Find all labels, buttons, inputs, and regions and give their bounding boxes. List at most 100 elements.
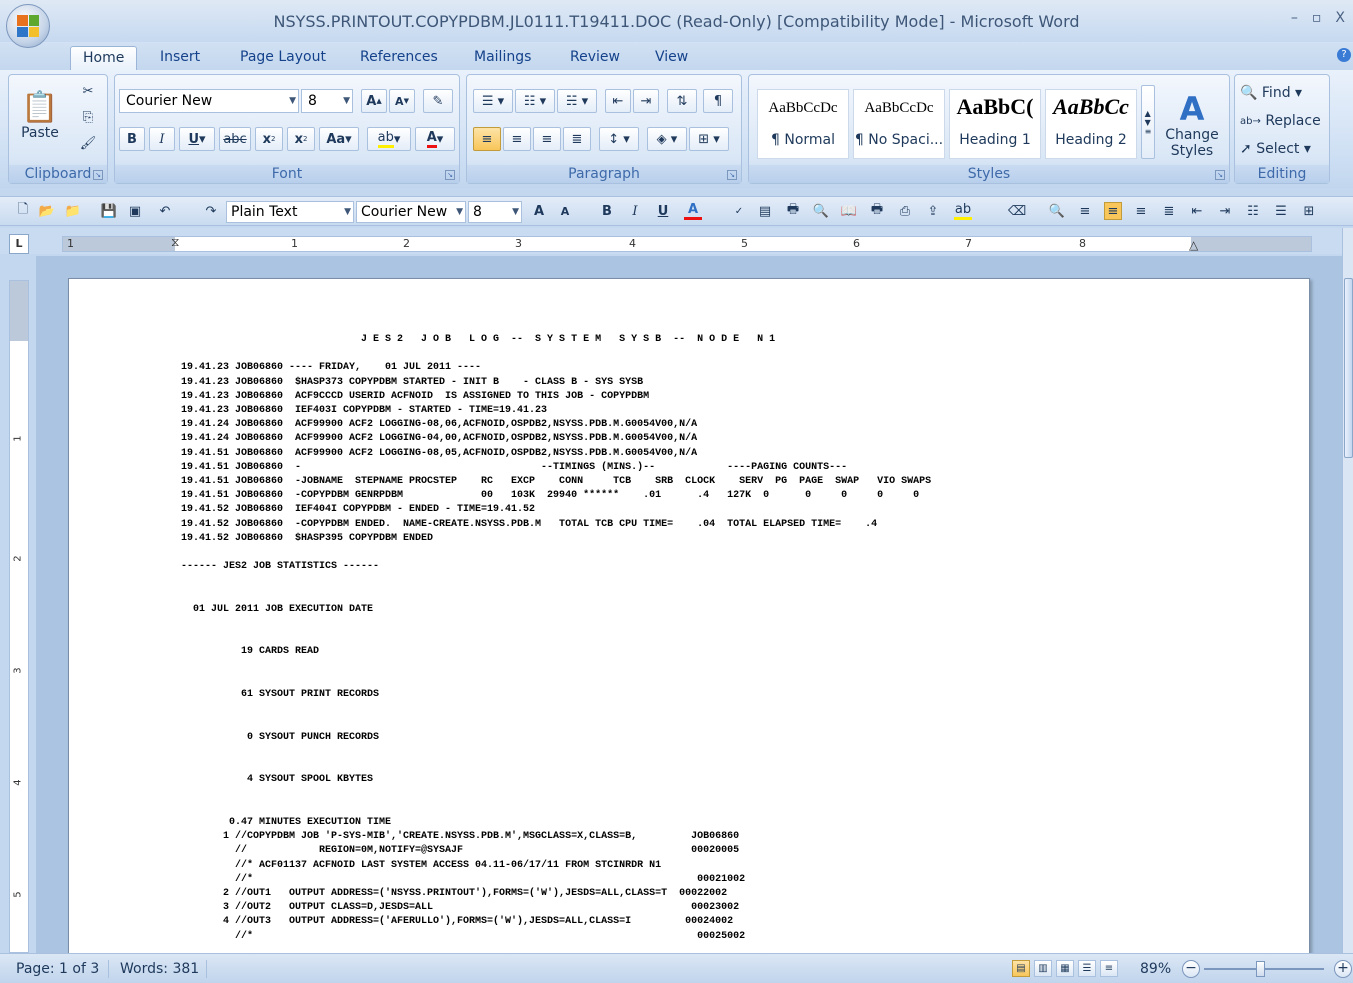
shrink-font-button[interactable]: A ▼ bbox=[389, 89, 415, 113]
tab-review[interactable]: Review bbox=[558, 46, 632, 70]
change-styles-button[interactable]: A Change Styles bbox=[1161, 83, 1223, 167]
multilevel-list-icon[interactable]: ☵ ▾ bbox=[557, 89, 597, 113]
style-combo[interactable]: Plain Text ▼ bbox=[226, 201, 354, 223]
styles-launcher-icon[interactable]: ↘ bbox=[1215, 170, 1225, 180]
tab-selector[interactable]: L bbox=[9, 234, 29, 254]
align-center-icon[interactable]: ≡ bbox=[1132, 202, 1150, 220]
find-button[interactable]: 🔍 Find ▾ bbox=[1239, 81, 1325, 105]
format-painter-icon[interactable]: 🖌 bbox=[77, 133, 99, 153]
zoom-level[interactable]: 89% bbox=[1140, 961, 1171, 977]
document-page[interactable]: J E S 2 J O B L O G -- S Y S T E M S Y S… bbox=[68, 278, 1310, 953]
font-size-combo[interactable]: 8 ▼ bbox=[301, 89, 353, 113]
zoom-out-icon[interactable]: − bbox=[1182, 960, 1200, 978]
research-icon[interactable]: ▤ bbox=[756, 202, 774, 220]
office-button[interactable] bbox=[6, 4, 50, 48]
align-center-icon[interactable]: ≡ bbox=[503, 127, 531, 151]
vertical-ruler[interactable]: 1 2 3 4 5 bbox=[9, 280, 29, 953]
save-icon[interactable]: 💾 bbox=[100, 202, 118, 220]
tab-references[interactable]: References bbox=[348, 46, 450, 70]
spelling-icon[interactable]: ✓ bbox=[730, 202, 748, 220]
paste-button[interactable]: 📋 Paste bbox=[17, 79, 63, 151]
select-button[interactable]: ➚ Select ▾ bbox=[1239, 137, 1325, 161]
replace-button[interactable]: ab→ Replace bbox=[1239, 109, 1325, 133]
eraser-icon[interactable]: ⌫ bbox=[1008, 202, 1026, 220]
change-case-button[interactable]: Aa ▾ bbox=[319, 127, 359, 151]
find-icon[interactable]: 🔍 bbox=[1048, 202, 1066, 220]
justify-icon[interactable]: ≣ bbox=[563, 127, 591, 151]
scrollbar-thumb[interactable] bbox=[1344, 278, 1353, 458]
align-left-active-icon[interactable]: ≡ bbox=[1104, 202, 1122, 220]
size-combo[interactable]: 8 ▼ bbox=[468, 201, 522, 223]
print-icon[interactable]: 🖶 bbox=[784, 202, 802, 220]
sort-icon[interactable]: ⇅ bbox=[667, 89, 697, 113]
style-normal[interactable]: AaBbCcDc ¶ Normal bbox=[757, 89, 849, 159]
superscript-button[interactable]: x2 bbox=[287, 127, 315, 151]
font-combo[interactable]: Courier New ▼ bbox=[356, 201, 466, 223]
underline-icon[interactable]: U bbox=[654, 202, 672, 220]
decrease-indent-icon[interactable]: ⇤ bbox=[1188, 202, 1206, 220]
vertical-scrollbar[interactable] bbox=[1342, 228, 1353, 953]
clear-formatting-icon[interactable]: ✎ bbox=[423, 89, 453, 113]
open-folder-icon[interactable]: 📂 bbox=[38, 202, 56, 220]
cut-icon[interactable]: ✂ bbox=[77, 81, 99, 101]
borders-icon[interactable]: ⊞ bbox=[1300, 202, 1318, 220]
close-button[interactable]: X bbox=[1335, 10, 1345, 26]
print-layout-icon[interactable]: ▤ bbox=[1012, 960, 1030, 977]
increase-indent-icon[interactable]: ⇥ bbox=[633, 89, 659, 113]
align-left-icon[interactable]: ≡ bbox=[473, 127, 501, 151]
undo-icon[interactable]: ↶ bbox=[156, 202, 174, 220]
underline-button[interactable]: U ▾ bbox=[179, 127, 215, 151]
tab-page-layout[interactable]: Page Layout bbox=[228, 46, 338, 70]
copy-icon[interactable]: ⎘ bbox=[77, 107, 99, 127]
horizontal-ruler[interactable]: 1 1 2 3 4 5 6 7 8 ⧖ △ bbox=[62, 235, 1312, 252]
book-icon[interactable]: 📖 bbox=[840, 202, 858, 220]
indent-marker-icon[interactable]: ⧖ bbox=[171, 235, 179, 250]
shading-icon[interactable]: ◈ ▾ bbox=[647, 127, 687, 151]
full-screen-reading-icon[interactable]: ▥ bbox=[1034, 960, 1052, 977]
tab-insert[interactable]: Insert bbox=[148, 46, 212, 70]
help-icon[interactable]: ? bbox=[1337, 48, 1351, 62]
redo-icon[interactable]: ↷ bbox=[202, 202, 220, 220]
paragraph-launcher-icon[interactable]: ↘ bbox=[727, 170, 737, 180]
bold-icon[interactable]: B bbox=[598, 202, 616, 220]
styles-gallery-scroll[interactable]: ▲ ▼ ≡ bbox=[1141, 85, 1155, 159]
align-right-icon[interactable]: ≡ bbox=[533, 127, 561, 151]
new-document-icon[interactable]: 🗋 bbox=[14, 202, 32, 220]
shrink-font-icon[interactable]: A bbox=[556, 202, 574, 220]
grow-font-button[interactable]: A ▲ bbox=[361, 89, 387, 113]
right-indent-icon[interactable]: △ bbox=[1189, 238, 1198, 252]
minimize-button[interactable]: – bbox=[1291, 10, 1298, 26]
tab-home[interactable]: Home bbox=[70, 46, 138, 70]
font-launcher-icon[interactable]: ↘ bbox=[445, 170, 455, 180]
printer-icon[interactable]: ⎙ bbox=[896, 202, 914, 220]
subscript-button[interactable]: x2 bbox=[255, 127, 283, 151]
style-heading-2[interactable]: AaBbCc Heading 2 bbox=[1045, 89, 1137, 159]
font-color-icon[interactable]: A bbox=[684, 202, 702, 220]
highlight-color-button[interactable]: ab ▾ bbox=[367, 127, 411, 151]
zoom-in-icon[interactable]: + bbox=[1334, 960, 1352, 978]
italic-button[interactable]: I bbox=[149, 127, 175, 151]
print-icon[interactable]: 🖶 bbox=[868, 202, 886, 220]
italic-icon[interactable]: I bbox=[626, 202, 644, 220]
font-color-button[interactable]: A ▾ bbox=[415, 127, 455, 151]
bold-button[interactable]: B bbox=[119, 127, 145, 151]
style-no-spacing[interactable]: AaBbCcDc ¶ No Spaci... bbox=[853, 89, 945, 159]
draft-icon[interactable]: ≡ bbox=[1100, 960, 1118, 977]
zoom-slider-thumb[interactable] bbox=[1256, 961, 1265, 977]
maximize-button[interactable]: ▫ bbox=[1312, 10, 1322, 26]
line-spacing-icon[interactable]: ↕ ▾ bbox=[599, 127, 639, 151]
bullets-icon[interactable]: ☰ ▾ bbox=[473, 89, 513, 113]
pilcrow-icon[interactable]: ¶ bbox=[703, 89, 733, 113]
clipboard-launcher-icon[interactable]: ↘ bbox=[93, 170, 103, 180]
numbering-icon[interactable]: ☷ bbox=[1244, 202, 1262, 220]
permission-icon[interactable]: ▣ bbox=[126, 202, 144, 220]
document-text[interactable]: J E S 2 J O B L O G -- S Y S T E M S Y S… bbox=[181, 333, 931, 944]
outline-icon[interactable]: ☰ bbox=[1078, 960, 1096, 977]
align-left-icon[interactable]: ≡ bbox=[1076, 202, 1094, 220]
strikethrough-button[interactable]: abc bbox=[219, 127, 251, 151]
page-count[interactable]: Page: 1 of 3 bbox=[16, 961, 99, 977]
bullets-icon[interactable]: ☰ bbox=[1272, 202, 1290, 220]
word-count[interactable]: Words: 381 bbox=[120, 961, 199, 977]
font-name-combo[interactable]: Courier New ▼ bbox=[119, 89, 299, 113]
web-layout-icon[interactable]: ▦ bbox=[1056, 960, 1074, 977]
